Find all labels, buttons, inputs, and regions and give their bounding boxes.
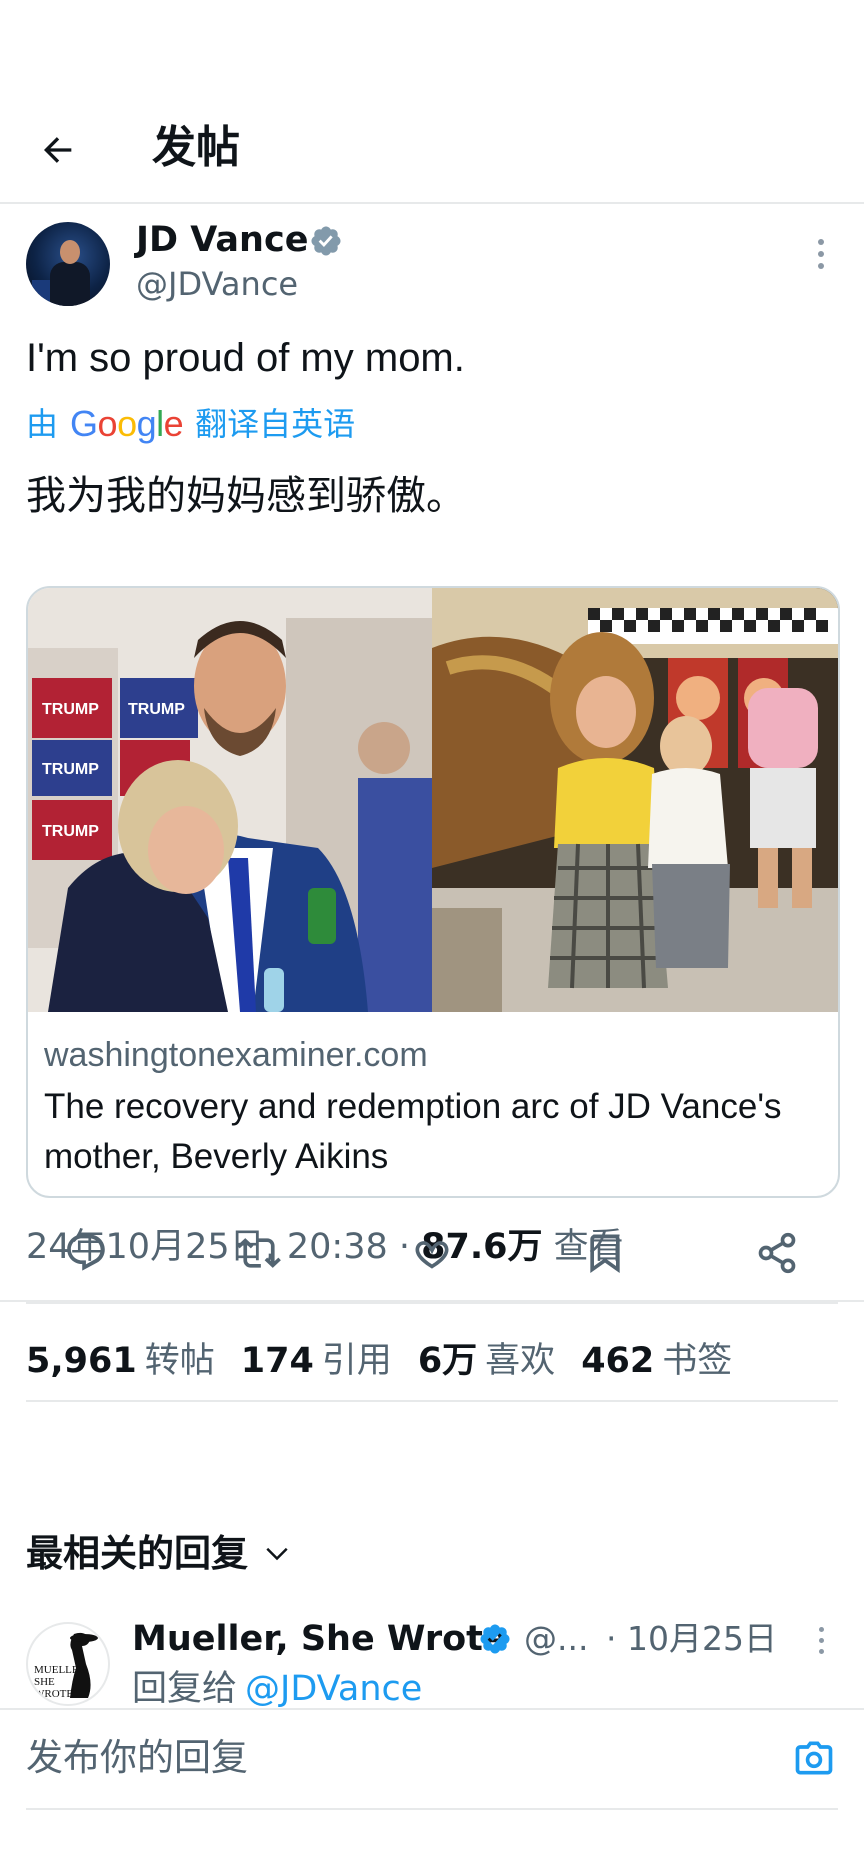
divider: [26, 1400, 838, 1402]
action-bar: [0, 1206, 864, 1300]
bookmark-icon: [590, 1234, 620, 1274]
svg-text:TRUMP: TRUMP: [128, 701, 185, 718]
svg-text:TRUMP: TRUMP: [42, 823, 99, 840]
reply-composer: 发布你的回复: [0, 1708, 864, 1872]
stat-bookmarks[interactable]: 462 书签: [581, 1332, 732, 1383]
reply-to-label: 回复给: [132, 1669, 238, 1709]
reply-button[interactable]: [57, 1224, 115, 1282]
composer-underline: [26, 1808, 838, 1810]
like-icon: [415, 1241, 449, 1269]
share-icon: [758, 1232, 796, 1274]
reply-author-name[interactable]: Mueller, She Wrote: [132, 1614, 507, 1664]
reply-icon: [67, 1234, 105, 1271]
translated-text: 我为我的妈妈感到骄傲。: [26, 473, 466, 519]
google-logo: Google: [70, 403, 184, 444]
verified-badge-icon: [480, 1624, 510, 1654]
stat-likes[interactable]: 6万 喜欢: [418, 1332, 555, 1383]
svg-text:TRUMP: TRUMP: [42, 701, 99, 718]
bookmark-button[interactable]: [576, 1224, 634, 1282]
author-avatar[interactable]: [26, 222, 110, 306]
tweet-text: I'm so proud of my mom.: [26, 336, 465, 380]
divider: [0, 1300, 864, 1302]
svg-text:TRUMP: TRUMP: [42, 761, 99, 778]
chevron-down-icon: [266, 1547, 288, 1561]
verified-badge-icon: [311, 226, 341, 256]
replies-sort-dropdown[interactable]: 最相关的回复: [26, 1526, 292, 1582]
reply-author-handle[interactable]: @...: [524, 1614, 588, 1664]
reply-more-options-button[interactable]: [806, 1618, 836, 1662]
reply-avatar[interactable]: MUELLER SHE WROTE: [26, 1622, 110, 1706]
camera-button[interactable]: [786, 1730, 842, 1786]
reply-avatar-text: MUELLER SHE WROTE: [34, 1664, 86, 1700]
camera-icon: [795, 1741, 833, 1775]
retweet-button[interactable]: [230, 1224, 288, 1282]
page-title: 发帖: [152, 122, 240, 173]
top-bar: 发帖: [0, 100, 864, 204]
back-button[interactable]: [30, 122, 86, 178]
translate-prefix: 由: [26, 405, 59, 443]
author-handle[interactable]: @JDVance: [136, 262, 298, 306]
share-button[interactable]: [748, 1224, 806, 1282]
author-name[interactable]: JD Vance: [136, 218, 308, 262]
stat-quotes[interactable]: 174 引用: [241, 1332, 392, 1383]
retweet-icon: [237, 1238, 281, 1268]
reply-to-mention[interactable]: @JDVance: [245, 1669, 422, 1709]
stat-reposts[interactable]: 5,961 转帖: [26, 1332, 215, 1383]
more-options-button[interactable]: [806, 232, 836, 276]
engagement-stats: 5,961 转帖 174 引用 6万 喜欢 462 书签: [26, 1314, 758, 1400]
reply-input[interactable]: 发布你的回复: [26, 1730, 248, 1786]
card-title: The recovery and redemption arc of JD Va…: [44, 1087, 782, 1176]
reply-to-line: 回复给 @JDVance: [132, 1664, 422, 1714]
translation-link[interactable]: 由 Google 翻译自英语: [26, 400, 355, 448]
like-button[interactable]: [403, 1224, 461, 1282]
reply-item[interactable]: MUELLER SHE WROTE Mueller, She Wrote @..…: [0, 1608, 864, 1709]
translate-suffix: 翻译自英语: [195, 405, 356, 443]
card-image: TRUMP TRUMP TRUMP TRUMP: [28, 588, 838, 1012]
card-domain: washingtonexaminer.com: [44, 1036, 428, 1074]
reply-time: · 10月25日: [606, 1619, 777, 1658]
sort-label: 最相关的回复: [26, 1532, 248, 1575]
arrow-left-icon: [44, 137, 72, 163]
divider: [26, 1302, 838, 1304]
link-card[interactable]: TRUMP TRUMP TRUMP TRUMP washingtonexamin…: [26, 586, 840, 1198]
